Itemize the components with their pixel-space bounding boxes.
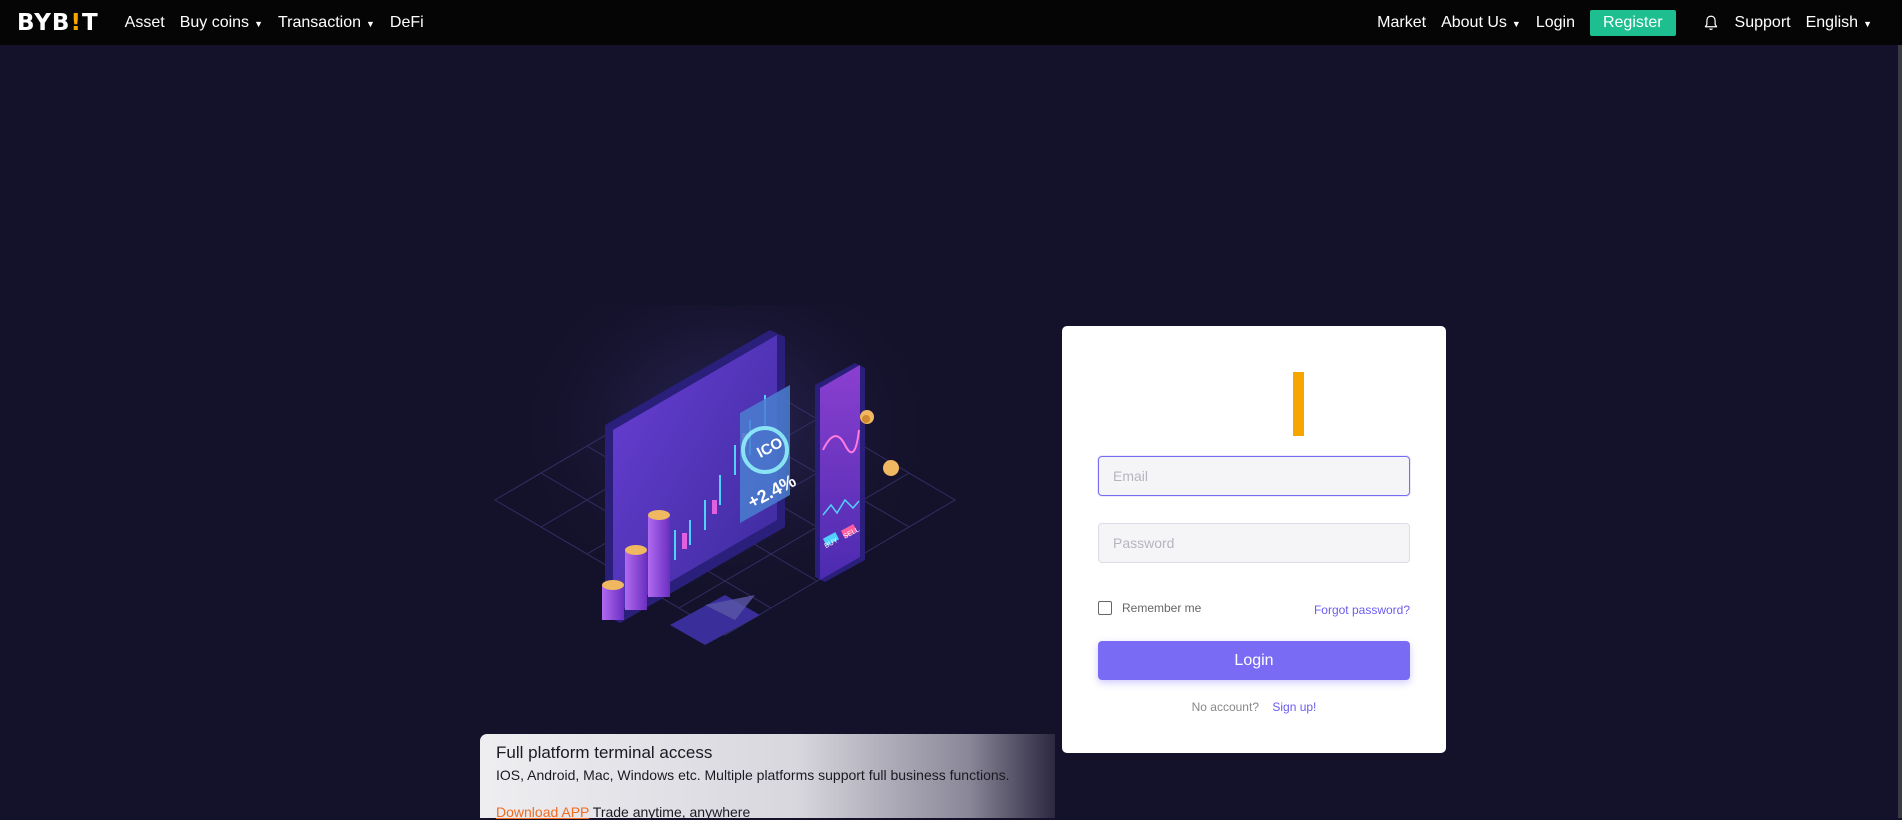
nav-asset-label: Asset — [124, 13, 165, 31]
nav-transaction-label: Transaction — [277, 13, 361, 31]
nav-about-us[interactable]: About Us ▼ — [1441, 14, 1521, 32]
remember-me[interactable]: Remember me — [1098, 601, 1201, 615]
password-field[interactable] — [1098, 523, 1410, 563]
nav-support-label: Support — [1734, 13, 1791, 31]
logo-text-part2: T — [81, 9, 99, 36]
page-scrollbar[interactable] — [1898, 45, 1902, 818]
nav-buy-coins[interactable]: Buy coins ▼ — [180, 14, 263, 32]
nav-transaction[interactable]: Transaction ▼ — [278, 14, 375, 32]
logo-text-bang: ! — [70, 9, 82, 36]
checkbox-icon[interactable] — [1098, 601, 1112, 615]
nav-login-label: Login — [1535, 13, 1575, 31]
nav-buy-coins-label: Buy coins — [179, 13, 250, 31]
top-nav-bar: BYB ! T Asset Buy coins ▼ Transaction ▼ … — [0, 0, 1902, 45]
nav-market[interactable]: Market — [1377, 14, 1426, 32]
remember-me-label: Remember me — [1122, 601, 1202, 615]
nav-market-label: Market — [1377, 13, 1427, 31]
bybit-logo-mark — [1293, 372, 1304, 436]
sign-up-link[interactable]: Sign up! — [1272, 700, 1316, 714]
nav-left: Asset Buy coins ▼ Transaction ▼ DeFi — [125, 14, 424, 32]
caret-down-icon: ▼ — [365, 19, 375, 29]
nav-support[interactable]: Support — [1735, 14, 1791, 32]
login-card: Remember me Forgot password? Login No ac… — [1062, 326, 1446, 753]
nav-defi-label: DeFi — [389, 13, 424, 31]
email-field[interactable] — [1098, 456, 1410, 496]
signup-row: No account? Sign up! — [1062, 700, 1446, 714]
bell-icon[interactable] — [1702, 14, 1720, 32]
register-button[interactable]: Register — [1589, 9, 1676, 36]
caret-down-icon: ▼ — [1511, 19, 1521, 29]
bybit-logo[interactable]: BYB ! T — [17, 10, 99, 36]
nav-defi[interactable]: DeFi — [390, 14, 424, 32]
nav-about-us-label: About Us — [1441, 13, 1507, 31]
forgot-password-link[interactable]: Forgot password? — [1314, 603, 1410, 617]
register-button-label: Register — [1602, 13, 1663, 31]
nav-right: Market About Us ▼ Login Register Support… — [1362, 9, 1872, 36]
promo-description: IOS, Android, Mac, Windows etc. Multiple… — [496, 767, 1010, 783]
logo-text-part1: BYB — [17, 9, 71, 36]
login-button[interactable]: Login — [1098, 641, 1410, 680]
no-account-text: No account? — [1191, 700, 1259, 714]
nav-login[interactable]: Login — [1536, 14, 1575, 32]
caret-down-icon: ▼ — [1863, 19, 1872, 29]
caret-down-icon: ▼ — [254, 19, 263, 29]
promo-title: Full platform terminal access — [496, 743, 713, 762]
promo-panel: Full platform terminal access IOS, Andro… — [480, 734, 1055, 820]
language-selector[interactable]: English ▼ — [1806, 14, 1872, 32]
language-label: English — [1805, 13, 1859, 31]
nav-asset[interactable]: Asset — [125, 14, 165, 32]
trading-illustration: ICO +2.4% BUY SELL — [494, 305, 956, 655]
